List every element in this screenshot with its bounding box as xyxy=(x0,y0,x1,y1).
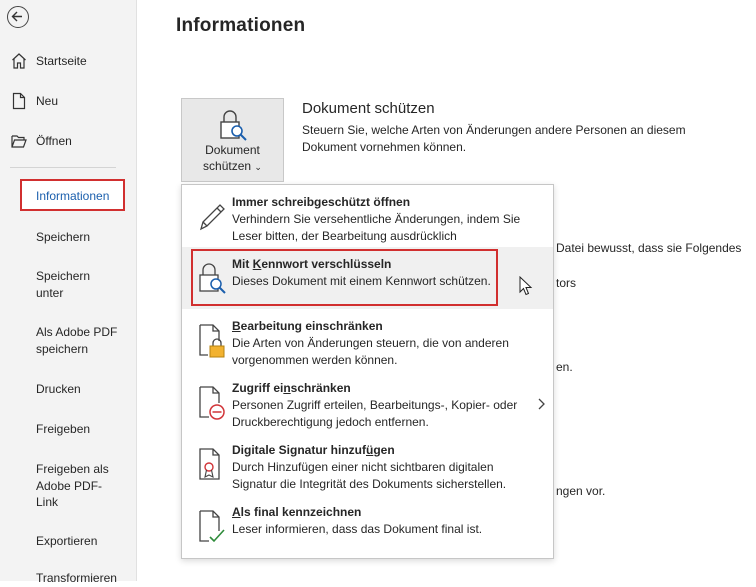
nav-print[interactable]: Drucken xyxy=(36,381,128,398)
bg-text-fragment: Datei bewusst, dass sie Folgendes xyxy=(556,241,742,255)
bg-text-fragment: ngen vor. xyxy=(556,484,606,498)
nav-share-pdf-link[interactable]: Freigeben als Adobe PDF-Link xyxy=(36,461,116,511)
nav-open[interactable]: Öffnen xyxy=(0,132,136,152)
protect-section-desc: Steuern Sie, welche Arten von Änderungen… xyxy=(302,123,686,154)
nav-home[interactable]: Startseite xyxy=(0,52,136,72)
nav-save-as[interactable]: Speichern unter xyxy=(36,268,106,301)
menu-item-desc: Personen Zugriff erteilen, Bearbeitungs-… xyxy=(232,398,518,429)
pencil-icon xyxy=(199,204,225,231)
chevron-down-icon: ⌄ xyxy=(254,162,262,172)
menu-item-desc: Durch Hinzufügen einer nicht sichtbaren … xyxy=(232,460,507,491)
back-button[interactable] xyxy=(7,6,29,28)
nav-save[interactable]: Speichern xyxy=(36,229,128,246)
backstage-sidebar: Startseite Neu Öffnen Informationen Spei… xyxy=(0,0,137,585)
nav-divider xyxy=(10,167,116,168)
protect-button-label-2: schützen ⌄ xyxy=(182,159,283,173)
document-restricted-icon xyxy=(199,386,225,420)
menu-item-restrict-access[interactable]: Zugriff einschränken Personen Zugriff er… xyxy=(182,371,553,433)
nav-new-label: Neu xyxy=(36,94,59,108)
bg-text-fragment: tors xyxy=(556,276,577,290)
nav-transform[interactable]: Transformieren xyxy=(36,570,128,587)
page-title: Informationen xyxy=(176,15,306,36)
nav-home-label: Startseite xyxy=(36,54,87,68)
mouse-cursor-icon xyxy=(519,276,533,296)
menu-item-mark-final[interactable]: Als final kennzeichnen Leser informieren… xyxy=(182,495,553,557)
back-arrow-icon xyxy=(11,11,22,22)
menu-item-title: Zugriff einschränken xyxy=(232,381,351,395)
new-document-icon xyxy=(12,92,26,110)
menu-item-restrict-editing[interactable]: Bearbeitung einschränken Die Arten von Ä… xyxy=(182,309,553,371)
nav-new[interactable]: Neu xyxy=(0,92,136,112)
protect-button-label-1: Dokument xyxy=(205,143,260,157)
lock-key-icon xyxy=(220,110,247,141)
nav-informationen[interactable]: Informationen xyxy=(20,179,125,211)
menu-item-title: Digitale Signatur hinzufügen xyxy=(232,443,395,457)
protect-section-title: Dokument schützen xyxy=(302,100,435,117)
menu-item-desc: Die Arten von Änderungen steuern, die vo… xyxy=(232,336,509,367)
menu-item-desc: Leser informieren, dass das Dokument fin… xyxy=(232,522,483,536)
protect-document-menu: Immer schreibgeschützt öffnen Verhindern… xyxy=(181,184,554,559)
protect-document-button[interactable]: Dokument schützen ⌄ xyxy=(181,98,284,182)
document-lock-icon xyxy=(199,324,225,358)
nav-informationen-label: Informationen xyxy=(36,189,110,203)
document-check-icon xyxy=(199,510,225,543)
chevron-right-icon xyxy=(538,398,545,410)
menu-item-digital-signature[interactable]: Digitale Signatur hinzufügen Durch Hinzu… xyxy=(182,433,553,495)
menu-item-title: Bearbeitung einschränken xyxy=(232,319,383,333)
home-icon xyxy=(12,53,26,69)
nav-share[interactable]: Freigeben xyxy=(36,421,128,438)
menu-item-always-readonly[interactable]: Immer schreibgeschützt öffnen Verhindern… xyxy=(182,185,553,259)
open-folder-icon xyxy=(11,135,27,148)
nav-save-as-pdf[interactable]: Als Adobe PDF speichern xyxy=(36,324,126,357)
bg-text-fragment: en. xyxy=(556,360,573,374)
nav-export[interactable]: Exportieren xyxy=(36,533,128,550)
annotation-highlight-box xyxy=(191,249,498,306)
menu-item-title: Als final kennzeichnen xyxy=(232,505,362,519)
nav-open-label: Öffnen xyxy=(36,134,72,148)
menu-item-title: Immer schreibgeschützt öffnen xyxy=(232,195,411,209)
protect-button-label-2-text: schützen xyxy=(203,159,252,173)
document-ribbon-icon xyxy=(199,448,220,480)
